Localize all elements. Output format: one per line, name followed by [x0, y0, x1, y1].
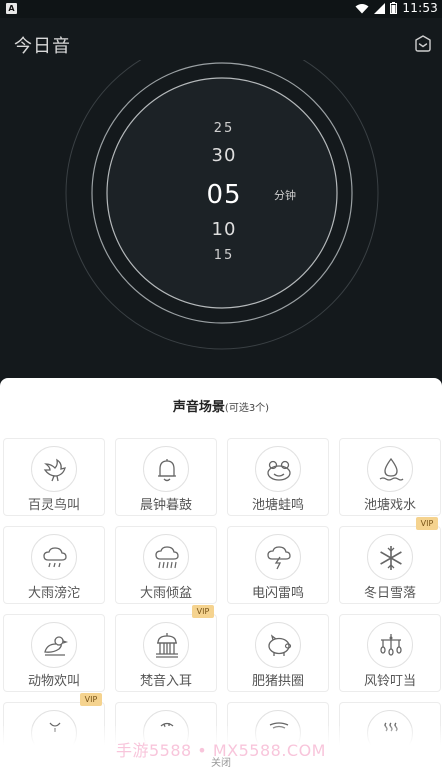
wind-chime-icon — [367, 622, 413, 668]
timer-option[interactable]: 10 — [194, 219, 254, 240]
sheet-title-main: 声音场景 — [172, 400, 225, 415]
battery-icon — [390, 2, 398, 14]
bell-icon — [143, 446, 189, 492]
timer-unit: 分钟 — [274, 189, 296, 202]
scene-card-rain[interactable]: 大雨滂沱 — [3, 526, 105, 604]
signal-icon — [374, 2, 386, 14]
scene-label: 冬日雪落 — [363, 586, 416, 601]
timer-option[interactable]: 25 — [194, 121, 254, 136]
thunder-icon — [255, 534, 301, 580]
rain-cloud-icon — [31, 534, 77, 580]
close-button[interactable]: 关闭 — [0, 754, 442, 768]
vip-badge: VIP — [416, 517, 438, 530]
scene-label: 池塘戏水 — [363, 498, 416, 513]
scene-card-snow[interactable]: VIP 冬日雪落 — [339, 517, 441, 604]
scene-card-animal[interactable]: 动物欢叫 — [3, 614, 105, 692]
pig-icon — [255, 622, 301, 668]
share-icon[interactable] — [413, 34, 433, 54]
timer-option[interactable]: 15 — [194, 248, 254, 263]
water-drop-icon — [367, 446, 413, 492]
scene-label: 梵音入耳 — [139, 674, 192, 689]
scene-label: 池塘蛙鸣 — [251, 498, 304, 513]
status-time: 11:53 — [402, 1, 438, 15]
scene-card-bell[interactable]: 晨钟暮鼓 — [115, 438, 217, 516]
timer-option[interactable]: 30 — [194, 145, 254, 166]
scene-label: 大雨滂沱 — [27, 586, 80, 601]
scene-card-pig[interactable]: 肥猪拱圈 — [227, 614, 329, 692]
scene-label: 动物欢叫 — [27, 674, 80, 689]
wifi-icon — [355, 3, 369, 13]
bird-perched-icon — [31, 622, 77, 668]
scene-card-heavy-rain[interactable]: 大雨倾盆 — [115, 526, 217, 604]
snowflake-icon — [367, 534, 413, 580]
timer-dial — [65, 60, 379, 350]
scene-label: 大雨倾盆 — [139, 586, 192, 601]
timer-selected-value[interactable]: 05 — [194, 180, 254, 210]
scene-label: 电闪雷鸣 — [251, 586, 304, 601]
scene-card-water[interactable]: 池塘戏水 — [339, 438, 441, 516]
heavy-rain-icon — [143, 534, 189, 580]
frog-icon — [255, 446, 301, 492]
scene-card-wind-chime[interactable]: 风铃叮当 — [339, 614, 441, 692]
scene-label: 肥猪拱圈 — [251, 674, 304, 689]
scene-label: 晨钟暮鼓 — [139, 498, 192, 513]
scene-card-frog[interactable]: 池塘蛙鸣 — [227, 438, 329, 516]
sheet-title: 声音场景(可选3个) — [0, 396, 442, 415]
vip-badge: VIP — [80, 693, 102, 706]
app-title: 今日音 — [14, 36, 71, 57]
vip-badge: VIP — [192, 605, 214, 618]
scene-label: 风铃叮当 — [363, 674, 416, 689]
sheet-title-hint: (可选3个) — [224, 403, 270, 414]
scene-label: 百灵鸟叫 — [27, 498, 80, 513]
app-badge: A — [6, 3, 17, 14]
bird-icon — [31, 446, 77, 492]
sound-scene-sheet: 声音场景(可选3个) 百灵鸟叫 晨钟暮鼓 池塘蛙鸣 池塘戏水 大雨滂沱 大雨倾盆… — [0, 378, 442, 768]
scene-card-bird[interactable]: 百灵鸟叫 — [3, 438, 105, 516]
scene-card-thunder[interactable]: 电闪雷鸣 — [227, 526, 329, 604]
temple-icon — [143, 622, 189, 668]
status-bar: A 11:53 — [0, 0, 442, 18]
scene-card-temple[interactable]: VIP 梵音入耳 — [115, 605, 217, 692]
